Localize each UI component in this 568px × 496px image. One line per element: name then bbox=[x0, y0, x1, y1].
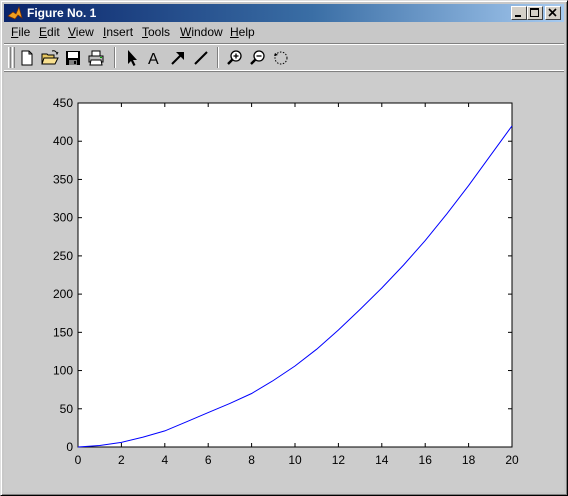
menu-file[interactable]: File bbox=[11, 25, 30, 40]
y-tick-label: 200 bbox=[53, 287, 73, 301]
edit-plot-button[interactable] bbox=[121, 48, 143, 68]
insert-line-button[interactable] bbox=[190, 48, 212, 68]
zoom-in-icon bbox=[227, 50, 242, 65]
menu-help[interactable]: Help bbox=[230, 25, 255, 40]
maximize-icon bbox=[530, 8, 539, 17]
rotate-3d-button[interactable] bbox=[270, 48, 292, 68]
x-tick-label: 16 bbox=[419, 453, 433, 467]
title-bar[interactable]: Figure No. 1 bbox=[4, 4, 564, 22]
print-button[interactable] bbox=[85, 48, 107, 68]
axes-background bbox=[77, 102, 513, 448]
y-tick-label: 350 bbox=[53, 172, 73, 186]
svg-text:A: A bbox=[148, 51, 159, 67]
y-tick-label: 300 bbox=[53, 211, 73, 225]
insert-text-icon: A bbox=[148, 51, 159, 67]
close-button[interactable] bbox=[545, 6, 561, 20]
y-tick-label: 50 bbox=[60, 402, 74, 416]
x-tick-label: 18 bbox=[462, 453, 476, 467]
select-arrow-icon bbox=[128, 50, 137, 66]
x-tick-label: 12 bbox=[332, 453, 346, 467]
minimize-button[interactable] bbox=[511, 6, 527, 20]
x-tick-label: 8 bbox=[248, 453, 255, 467]
y-tick-label: 100 bbox=[53, 364, 73, 378]
open-folder-icon bbox=[41, 50, 59, 65]
figure-canvas[interactable]: 0 2 4 6 8 10 12 14 16 18 20 0 50 100 150 200 250 300 350 40… bbox=[4, 73, 564, 492]
menu-tools[interactable]: Tools bbox=[142, 25, 170, 40]
y-tick-label: 450 bbox=[53, 96, 73, 110]
insert-text-button[interactable]: A bbox=[144, 48, 166, 68]
save-button[interactable] bbox=[62, 48, 84, 68]
toolbar-grip[interactable] bbox=[8, 47, 11, 68]
x-tick-label: 14 bbox=[375, 453, 389, 467]
toolbar-grip[interactable] bbox=[12, 47, 15, 68]
insert-arrow-icon bbox=[171, 52, 184, 65]
x-tick-label: 4 bbox=[161, 453, 168, 467]
open-file-button[interactable] bbox=[39, 48, 61, 68]
print-icon bbox=[88, 50, 104, 66]
menu-edit[interactable]: Edit bbox=[39, 25, 60, 40]
y-tick-label: 400 bbox=[53, 134, 73, 148]
new-figure-button[interactable] bbox=[16, 48, 38, 68]
toolbar: A bbox=[4, 43, 564, 71]
new-file-icon bbox=[21, 50, 33, 66]
menu-bar: File Edit View Insert Tools Window Help bbox=[4, 23, 564, 42]
x-tick-label: 20 bbox=[505, 453, 519, 467]
x-tick-label: 2 bbox=[118, 453, 125, 467]
y-tick-label: 250 bbox=[53, 249, 73, 263]
close-icon bbox=[548, 8, 557, 17]
insert-arrow-button[interactable] bbox=[167, 48, 189, 68]
zoom-out-button[interactable] bbox=[247, 48, 269, 68]
maximize-button[interactable] bbox=[527, 6, 543, 20]
insert-line-icon bbox=[194, 51, 208, 65]
y-tick-label: 0 bbox=[66, 440, 73, 454]
x-tick-label: 10 bbox=[288, 453, 302, 467]
menu-window[interactable]: Window bbox=[180, 25, 223, 40]
figure-window: Figure No. 1 File Edit View Insert Tools… bbox=[0, 0, 568, 496]
menu-view[interactable]: View bbox=[68, 25, 94, 40]
zoom-in-button[interactable] bbox=[224, 48, 246, 68]
line-plot[interactable]: 0 2 4 6 8 10 12 14 16 18 2005010015020025030035040… bbox=[4, 73, 564, 492]
x-tick-label: 6 bbox=[205, 453, 212, 467]
x-tick-label: 0 bbox=[75, 453, 82, 467]
zoom-out-icon bbox=[250, 50, 265, 65]
window-title: Figure No. 1 bbox=[27, 6, 97, 20]
matlab-logo-icon bbox=[7, 5, 23, 20]
toolbar-separator bbox=[217, 47, 219, 68]
rotate-icon bbox=[274, 51, 288, 65]
toolbar-separator bbox=[114, 47, 116, 68]
save-disk-icon bbox=[66, 51, 80, 65]
menu-insert[interactable]: Insert bbox=[103, 25, 133, 40]
y-tick-label: 150 bbox=[53, 325, 73, 339]
minimize-icon bbox=[515, 15, 521, 17]
